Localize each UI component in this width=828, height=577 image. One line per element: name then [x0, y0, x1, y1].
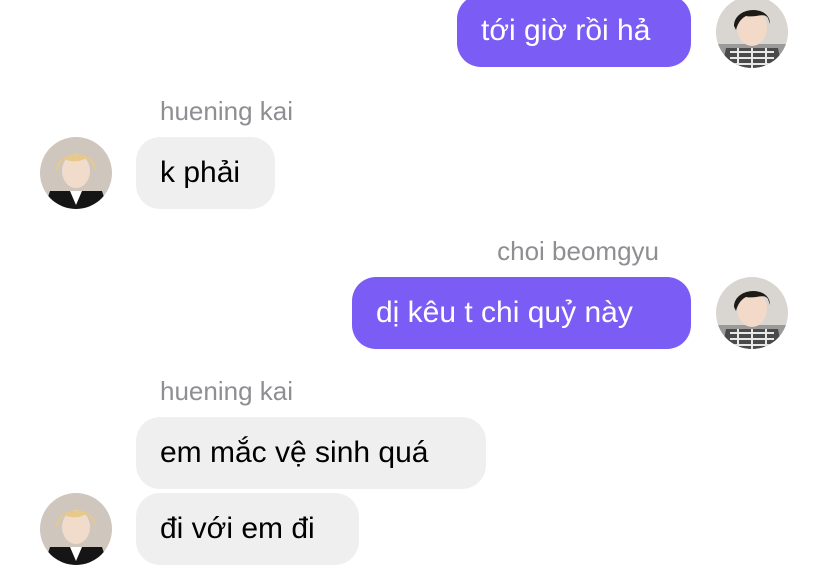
user-avatar-icon: [40, 137, 112, 209]
outgoing-message-bubble[interactable]: dị kêu t chi quỷ này: [352, 277, 691, 349]
sender-name: huening kai: [160, 376, 293, 406]
outgoing-message-bubble[interactable]: tới giờ rồi hả: [457, 0, 691, 67]
sender-name: choi beomgyu: [497, 236, 659, 266]
incoming-message-bubble[interactable]: k phải: [136, 137, 275, 209]
avatar[interactable]: [716, 277, 788, 349]
user-avatar-icon: [716, 277, 788, 349]
avatar[interactable]: [40, 137, 112, 209]
incoming-message-bubble[interactable]: đi với em đi: [136, 493, 359, 565]
avatar[interactable]: [716, 0, 788, 68]
avatar[interactable]: [40, 493, 112, 565]
user-avatar-icon: [40, 493, 112, 565]
sender-name: huening kai: [160, 96, 293, 126]
user-avatar-icon: [716, 0, 788, 68]
incoming-message-bubble[interactable]: em mắc vệ sinh quá: [136, 417, 486, 489]
